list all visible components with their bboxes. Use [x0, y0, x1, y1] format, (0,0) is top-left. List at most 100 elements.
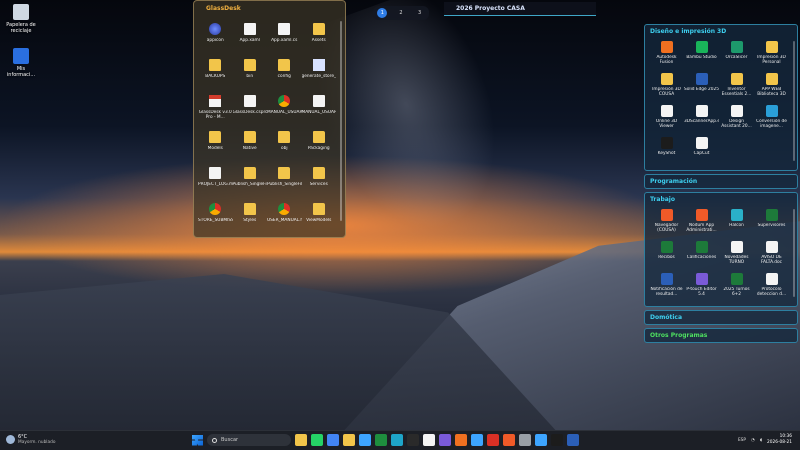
launcher-app[interactable]: Conversión de imagene... — [754, 104, 789, 132]
glassdesk-item[interactable]: App.xaml — [233, 21, 268, 53]
terminal-icon[interactable] — [407, 434, 419, 446]
start-button[interactable] — [192, 434, 203, 446]
glassdesk-item[interactable]: Assets — [302, 21, 337, 53]
launcher-app[interactable]: P-touch Editor 5.4 — [684, 272, 719, 300]
glassdesk-item[interactable]: STORE_SUBMISSION_GUI... — [198, 201, 233, 233]
launcher-app[interactable]: Solid Edge 2025 — [684, 72, 719, 100]
glassdesk-item[interactable]: GlassDesk.csproj — [233, 93, 267, 125]
launcher-app[interactable]: Calificaciones — [684, 240, 719, 268]
launcher-app[interactable]: Impresión 3D COUSA — [649, 72, 684, 100]
launcher-app[interactable]: Design Assistant 20... — [719, 104, 754, 132]
sublime-icon[interactable] — [455, 434, 467, 446]
glassdesk-item[interactable]: PROJECT_LOG.md — [198, 165, 233, 197]
github-icon[interactable] — [423, 434, 435, 446]
page-button-3[interactable]: 3 — [415, 8, 425, 18]
glassdesk-item[interactable]: ViewModels — [302, 201, 337, 233]
app-icon — [765, 105, 778, 117]
glassdesk-item[interactable]: MANUAL_USUARIO.md — [302, 93, 336, 125]
search-box[interactable]: Buscar — [207, 434, 291, 446]
vs-icon[interactable] — [439, 434, 451, 446]
chrome-icon[interactable] — [327, 434, 339, 446]
section-header[interactable]: Diseño e impresión 3D — [645, 25, 797, 38]
launcher-app[interactable]: Autodesk Fusion — [649, 40, 684, 68]
launcher-app[interactable]: Online 3D Viewer — [649, 104, 684, 132]
app-icon — [765, 273, 778, 285]
launcher-app[interactable]: Supervisores — [754, 208, 789, 236]
glassdesk-item[interactable]: App.xaml.cs — [267, 21, 302, 53]
volume-icon[interactable]: ◖ — [760, 438, 762, 443]
glassdesk-item[interactable]: GlassDesk v3.0 Pro - M... — [198, 93, 233, 125]
wifi-icon[interactable]: ◔ — [751, 438, 755, 443]
chrome2-icon[interactable] — [375, 434, 387, 446]
launcher-app[interactable]: Nodum App Administrati... — [684, 208, 719, 236]
section-header[interactable]: Otros Programas — [645, 329, 797, 342]
launcher-app[interactable]: 2025 Turnos 6+2 — [719, 272, 754, 300]
clock[interactable]: 10:36 2026-08-21 — [767, 434, 792, 446]
launcher-app[interactable]: Recibos — [649, 240, 684, 268]
launcher-app-label: Halcon — [729, 223, 744, 228]
glassdesk-scrollbar[interactable] — [340, 21, 342, 221]
file-icon — [243, 95, 256, 107]
glassdesk-item[interactable]: BACKUPS — [198, 57, 233, 89]
glassdesk-item[interactable]: obj — [267, 129, 302, 161]
launcher-app[interactable]: Novedades TURNO — [719, 240, 754, 268]
glassdesk-item[interactable]: MANUAL_USUARIO.html — [267, 93, 302, 125]
launcher-app[interactable]: OrcaSlicer — [719, 40, 754, 68]
glassdesk-item[interactable]: USER_MANUAL.html — [267, 201, 302, 233]
launcher-app[interactable]: APP WEB Biblioteca 3D — [754, 72, 789, 100]
glassdesk-item[interactable]: appicon — [198, 21, 233, 53]
desktop-icon[interactable]: Papelera de reciclaje — [4, 4, 38, 34]
glassdesk-item[interactable]: Models — [198, 129, 233, 161]
section-scrollbar[interactable] — [793, 41, 795, 161]
glassdesk-item[interactable]: config — [267, 57, 302, 89]
section-header[interactable]: Trabajo — [645, 193, 797, 206]
launcher-app[interactable]: Bambu Studio — [684, 40, 719, 68]
launcher-app[interactable]: Impresión 3D Personal — [754, 40, 789, 68]
chrome-html-icon — [278, 203, 291, 215]
app5-icon[interactable] — [567, 434, 579, 446]
glassdesk-item[interactable]: Packaging — [302, 129, 337, 161]
launcher-app[interactable]: Halcon — [719, 208, 754, 236]
launcher-app[interactable]: Inventor Essentials 2... — [719, 72, 754, 100]
section-header[interactable]: Domótica — [645, 311, 797, 324]
glassdesk-item[interactable]: generate_store_assets.ps1 — [302, 57, 336, 89]
launcher-app[interactable]: AVISO DE FALTA.doc — [754, 240, 789, 268]
page-button-2[interactable]: 2 — [396, 8, 406, 18]
desktop-icon[interactable]: Mis informaci... — [4, 48, 38, 78]
glassdesk-item[interactable]: Publish_SingleFile — [233, 165, 267, 197]
glassdesk-item[interactable]: Services — [302, 165, 337, 197]
glassdesk-item[interactable]: bin — [233, 57, 268, 89]
launcher-app[interactable]: KeyShot — [649, 136, 684, 164]
glassdesk-item[interactable]: Styles — [233, 201, 268, 233]
edge-icon[interactable] — [391, 434, 403, 446]
settings-icon[interactable] — [519, 434, 531, 446]
launcher-app-label: Recibos — [658, 255, 675, 260]
glassdesk-item[interactable]: Publish_SingleFile.zip — [267, 165, 302, 197]
language-indicator[interactable]: ESP — [738, 438, 746, 443]
launcher-app-label: Nodum App Administrati... — [686, 223, 717, 233]
launcher-app[interactable]: Protocolo deteccion d... — [754, 272, 789, 300]
app3-icon[interactable] — [535, 434, 547, 446]
explorer-icon[interactable] — [295, 434, 307, 446]
maps-icon[interactable] — [471, 434, 483, 446]
launcher-app[interactable]: Navegador (COUSA) — [649, 208, 684, 236]
glassdesk-item-label: App.xaml — [239, 38, 260, 43]
section-header[interactable]: Programación — [645, 175, 797, 188]
app4-icon[interactable] — [551, 434, 563, 446]
app1-icon[interactable] — [487, 434, 499, 446]
project-title[interactable]: 2026 Proyecto CASA — [444, 2, 596, 16]
launcher-app[interactable]: CapCut — [684, 136, 719, 164]
launcher-app[interactable]: Notificación de resultad... — [649, 272, 684, 300]
glassdesk-item[interactable]: Native — [233, 129, 268, 161]
glassdesk-item-label: Publish_SingleFile.zip — [267, 182, 302, 187]
launcher-app[interactable]: 3DScannerApp.exe — [684, 104, 719, 132]
app2-icon[interactable] — [503, 434, 515, 446]
page-button-1[interactable]: 1 — [377, 8, 388, 18]
photos-icon[interactable] — [359, 434, 371, 446]
weather-widget[interactable]: 6°C Mayorm. nublado — [6, 434, 55, 445]
whatsapp-icon[interactable] — [311, 434, 323, 446]
files-icon[interactable] — [343, 434, 355, 446]
section-scrollbar[interactable] — [793, 209, 795, 297]
glassdesk-item-label: USER_MANUAL.html — [267, 218, 302, 223]
app-icon — [695, 241, 708, 253]
